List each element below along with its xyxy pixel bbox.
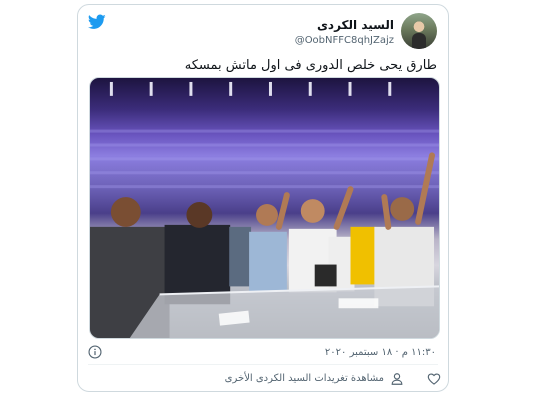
author-avatar[interactable] — [401, 13, 437, 49]
person-icon — [391, 373, 403, 385]
author-handle[interactable]: @OobNFFC8qhJZajz — [295, 35, 394, 46]
tweet-timestamp[interactable]: ١١:٣٠ م · ١٨ سبتمبر ٢٠٢٠ — [325, 347, 436, 358]
author-name[interactable]: السيد الكردى — [317, 18, 394, 32]
studio-celebration-photo — [90, 81, 439, 338]
embedded-tweet-card[interactable]: السيد الكردى @OobNFFC8qhJZajz طارق يحى خ… — [77, 4, 449, 392]
info-icon[interactable] — [88, 345, 102, 359]
tweet-photo[interactable] — [89, 77, 440, 339]
heart-icon[interactable] — [427, 372, 441, 386]
card-divider — [88, 364, 438, 365]
tweet-text: طارق يحى خلص الدورى فى اول ماتش بمسكه — [184, 58, 437, 73]
twitter-bird-icon[interactable] — [88, 14, 106, 30]
more-tweets-link[interactable]: مشاهدة تغريدات السيد الكردى الأخرى — [225, 373, 384, 384]
